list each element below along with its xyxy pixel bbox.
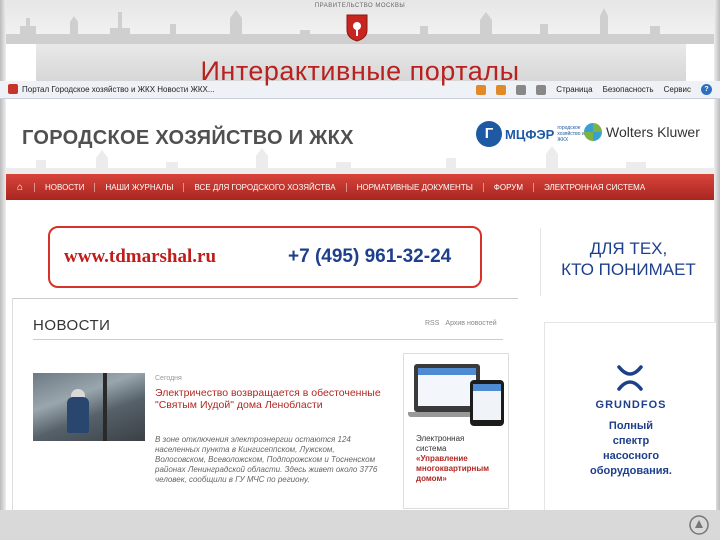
- slide-title: Интерактивные порталы: [200, 56, 520, 86]
- slide-footer: [0, 510, 720, 540]
- mcfer-logo[interactable]: Г МЦФЭР городское хозяйство и ЖКХ: [476, 121, 591, 147]
- main-nav: ⌂ НОВОСТИ НАШИ ЖУРНАЛЫ ВСЕ ДЛЯ ГОРОДСКОГ…: [6, 174, 714, 200]
- banner-phone: +7 (495) 961-32-24: [288, 246, 452, 267]
- grundfos-name: GRUNDFOS: [595, 399, 667, 411]
- home-icon[interactable]: ⌂: [6, 182, 34, 193]
- nav-item-electronic-system[interactable]: ЭЛЕКТРОННАЯ СИСТЕМА: [533, 182, 655, 192]
- grundfos-logo-icon: [617, 365, 643, 391]
- grundfos-slogan: Полный спектр насосного оборудования.: [545, 419, 717, 479]
- news-summary: В зоне отключения электроэнергии остаютс…: [155, 435, 378, 484]
- mcfer-name: МЦФЭР: [505, 126, 555, 142]
- news-section-title: НОВОСТИ: [33, 317, 111, 334]
- news-rss-link[interactable]: RSS: [425, 320, 439, 327]
- emblem-watermark-icon: [689, 515, 709, 535]
- nav-item-city-economy[interactable]: ВСЕ ДЛЯ ГОРОДСКОГО ХОЗЯЙСТВА: [183, 182, 345, 192]
- promo-line2: система: [416, 444, 447, 453]
- government-label: ПРАВИТЕЛЬСТВО МОСКВЫ: [314, 3, 406, 9]
- promo-text: Электронная система «Управление многоква…: [416, 434, 508, 484]
- wolters-kluwer-logo-icon: [584, 123, 602, 141]
- power-pole: [103, 373, 107, 441]
- news-links: RSS Архив новостей: [425, 320, 497, 327]
- worker-figure: [67, 397, 89, 433]
- tdmarshal-banner[interactable]: www.tdmarshal.ru +7 (495) 961-32-24: [48, 226, 482, 288]
- right-banner-text: ДЛЯ ТЕХ, КТО ПОНИМАЕТ: [541, 238, 716, 280]
- site-header: ГОРОДСКОЕ ХОЗЯЙСТВО И ЖКХ Г МЦФЭР городс…: [6, 100, 714, 174]
- right-ad-banner[interactable]: ДЛЯ ТЕХ, КТО ПОНИМАЕТ: [540, 228, 716, 296]
- news-headline-link[interactable]: Электричество возвращается в обесточенны…: [155, 387, 389, 411]
- nav-item-journals[interactable]: НАШИ ЖУРНАЛЫ: [94, 182, 183, 192]
- grundfos-line2: спектр: [612, 435, 650, 447]
- wolters-kluwer-logo[interactable]: Wolters Kluwer: [584, 123, 700, 141]
- promo-line3: «Управление многоквартирным домом»: [416, 454, 490, 483]
- promo-line1: Электронная: [416, 434, 465, 443]
- promo-electronic-system[interactable]: Электронная система «Управление многоква…: [403, 353, 509, 509]
- slide: ПРАВИТЕЛЬСТВО МОСКВЫ Портал Городское хо…: [0, 0, 720, 540]
- banner-url: www.tdmarshal.ru: [64, 246, 217, 267]
- moscow-emblem-icon: [346, 14, 368, 42]
- nav-item-news[interactable]: НОВОСТИ: [34, 182, 94, 192]
- news-archive-link[interactable]: Архив новостей: [445, 320, 496, 327]
- mcfer-logo-icon: Г: [476, 121, 502, 147]
- tablet-image: [470, 380, 504, 426]
- news-section: НОВОСТИ RSS Архив новостей Сегодня Элект…: [12, 298, 518, 510]
- grundfos-ad[interactable]: GRUNDFOS Полный спектр насосного оборудо…: [544, 322, 716, 510]
- news-divider: [33, 339, 503, 340]
- site-logo-text[interactable]: ГОРОДСКОЕ ХОЗЯЙСТВО И ЖКХ: [22, 127, 354, 150]
- nav-item-forum[interactable]: ФОРУМ: [482, 182, 533, 192]
- wolters-kluwer-name: Wolters Kluwer: [606, 124, 700, 140]
- right-banner-line1: ДЛЯ ТЕХ,: [589, 239, 668, 258]
- right-banner-line2: КТО ПОНИМАЕТ: [561, 260, 696, 279]
- nav-item-documents[interactable]: НОРМАТИВНЫЕ ДОКУМЕНТЫ: [345, 182, 483, 192]
- grundfos-line4: оборудования.: [590, 465, 672, 477]
- government-header: ПРАВИТЕЛЬСТВО МОСКВЫ: [0, 0, 720, 44]
- grundfos-line1: Полный: [608, 420, 654, 432]
- grundfos-line3: насосного: [602, 450, 660, 462]
- news-photo[interactable]: [33, 373, 145, 441]
- news-date: Сегодня: [155, 375, 182, 382]
